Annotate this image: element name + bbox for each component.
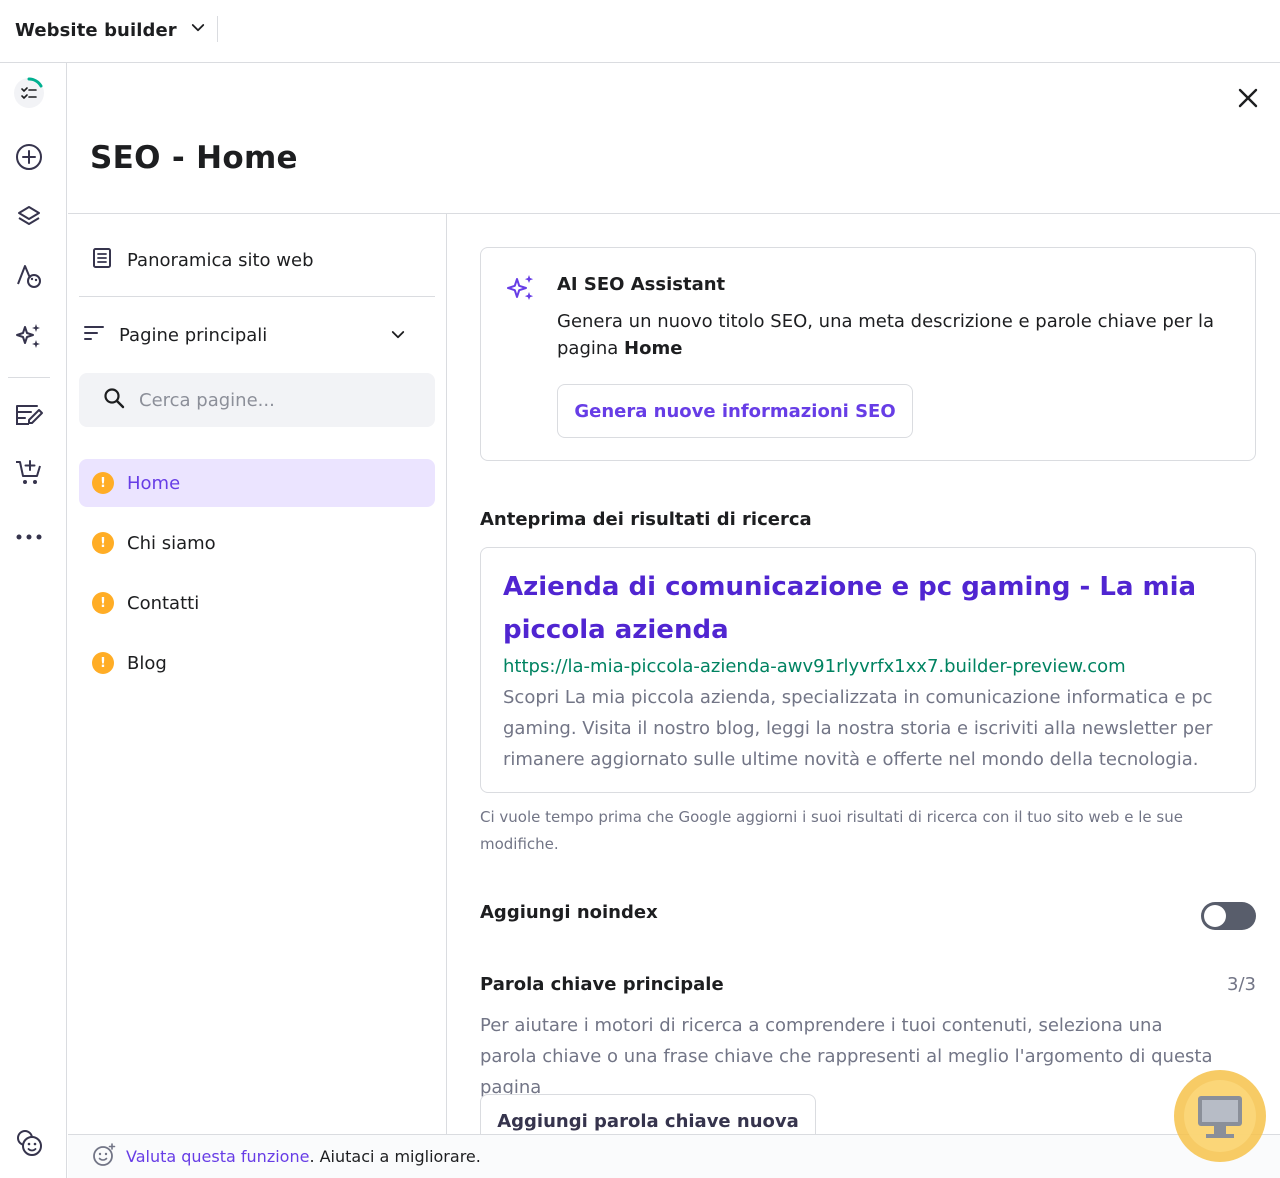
page-item-chi-siamo[interactable]: ! Chi siamo (79, 519, 435, 567)
ai-seo-assistant-card: AI SEO Assistant Genera un nuovo titolo … (480, 247, 1256, 461)
keyword-count: 3/3 (1227, 974, 1256, 995)
chevron-down-icon (189, 19, 207, 41)
keyword-header: Parola chiave principale 3/3 (480, 974, 1256, 1000)
page-item-home[interactable]: ! Home (79, 459, 435, 507)
preview-title: Azienda di comunicazione e pc gaming - L… (503, 572, 1197, 645)
generate-seo-button[interactable]: Genera nuove informazioni SEO (557, 384, 913, 438)
layers-icon (15, 203, 43, 235)
keyword-title: Parola chiave principale (480, 974, 724, 995)
styles-palette-icon (15, 262, 43, 294)
store-cart-icon (14, 458, 44, 492)
warning-icon: ! (92, 592, 114, 614)
main-pages-label: Pagine principali (119, 324, 268, 346)
keyword-description: Per aiutare i motori di ricerca a compre… (480, 1015, 1213, 1098)
document-icon (91, 247, 113, 274)
ai-assistant-description: Genera un nuovo titolo SEO, una meta des… (557, 308, 1227, 362)
blog-button[interactable] (11, 399, 47, 435)
toggle-knob (1204, 905, 1226, 927)
chevron-down-icon (389, 326, 407, 344)
page-item-label: Home (127, 472, 181, 494)
ai-sparkle-icon (14, 321, 44, 355)
seo-panel: SEO - Home Panoramica sito web Pagine pr… (68, 64, 1280, 1134)
close-button[interactable] (1236, 88, 1260, 112)
blog-edit-icon (14, 401, 44, 433)
page-search (79, 373, 435, 427)
add-circle-icon (15, 143, 43, 175)
top-bar: Website builder (0, 0, 1280, 63)
rail-separator (8, 377, 50, 378)
feedback-bar: Valuta questa funzione . Aiutaci a migli… (68, 1134, 1280, 1178)
feedback-suffix: . Aiutaci a migliorare. (309, 1147, 481, 1166)
store-button[interactable] (11, 457, 47, 493)
nav-divider (79, 296, 435, 297)
watermark-badge (1170, 1066, 1270, 1166)
pages-layers-button[interactable] (11, 201, 47, 237)
ai-assistant-title: AI SEO Assistant (557, 274, 726, 295)
app-title: Website builder (15, 19, 177, 41)
cookie-settings-button[interactable] (11, 1127, 47, 1163)
more-button[interactable] (11, 517, 47, 553)
seo-content: AI SEO Assistant Genera un nuovo titolo … (448, 214, 1280, 1134)
smiley-feedback-icon (92, 1142, 116, 1171)
checklist-progress-button[interactable] (11, 77, 47, 113)
ai-assistant-desc-page: Home (624, 338, 683, 359)
search-icon (103, 387, 125, 413)
google-update-note: Ci vuole tempo prima che Google aggiorni… (480, 808, 1183, 853)
website-overview-label: Panoramica sito web (127, 249, 314, 271)
warning-icon: ! (92, 532, 114, 554)
ai-sparkle-icon (505, 272, 537, 304)
search-preview-heading: Anteprima dei risultati di ricerca (480, 509, 812, 530)
noindex-toggle[interactable] (1201, 902, 1256, 930)
page-item-label: Chi siamo (127, 532, 216, 554)
left-rail (0, 63, 67, 1178)
cookie-icon (14, 1128, 44, 1162)
ai-tools-button[interactable] (11, 320, 47, 356)
preview-description: Scopri La mia piccola azienda, specializ… (503, 687, 1213, 770)
noindex-label: Aggiungi noindex (480, 902, 658, 923)
close-icon (1238, 88, 1258, 112)
website-overview-link[interactable]: Panoramica sito web (79, 237, 435, 283)
warning-icon: ! (92, 652, 114, 674)
rate-feature-link[interactable]: Valuta questa funzione (126, 1147, 309, 1166)
noindex-row: Aggiungi noindex (480, 900, 1256, 930)
sort-lines-icon (83, 325, 105, 346)
preview-url: https://la-mia-piccola-azienda-awv91rlyv… (503, 656, 1126, 677)
add-element-button[interactable] (11, 141, 47, 177)
page-search-input[interactable] (139, 389, 369, 411)
search-result-preview: Azienda di comunicazione e pc gaming - L… (480, 547, 1256, 793)
more-icon (15, 526, 43, 545)
main-pages-group-toggle[interactable]: Pagine principali (79, 312, 435, 358)
page-item-blog[interactable]: ! Blog (79, 639, 435, 687)
topbar-divider (217, 16, 218, 42)
add-keyword-button[interactable]: Aggiungi parola chiave nuova (480, 1094, 816, 1134)
page-navigation: Panoramica sito web Pagine principali ! … (68, 214, 447, 1134)
page-title: SEO - Home (90, 140, 298, 176)
checklist-progress-icon (12, 76, 46, 114)
warning-icon: ! (92, 472, 114, 494)
app-switcher[interactable]: Website builder (15, 16, 207, 44)
gear-logo-icon (1174, 1070, 1266, 1162)
page-item-label: Blog (127, 652, 167, 674)
page-item-contatti[interactable]: ! Contatti (79, 579, 435, 627)
page-item-label: Contatti (127, 592, 200, 614)
styles-button[interactable] (11, 260, 47, 296)
